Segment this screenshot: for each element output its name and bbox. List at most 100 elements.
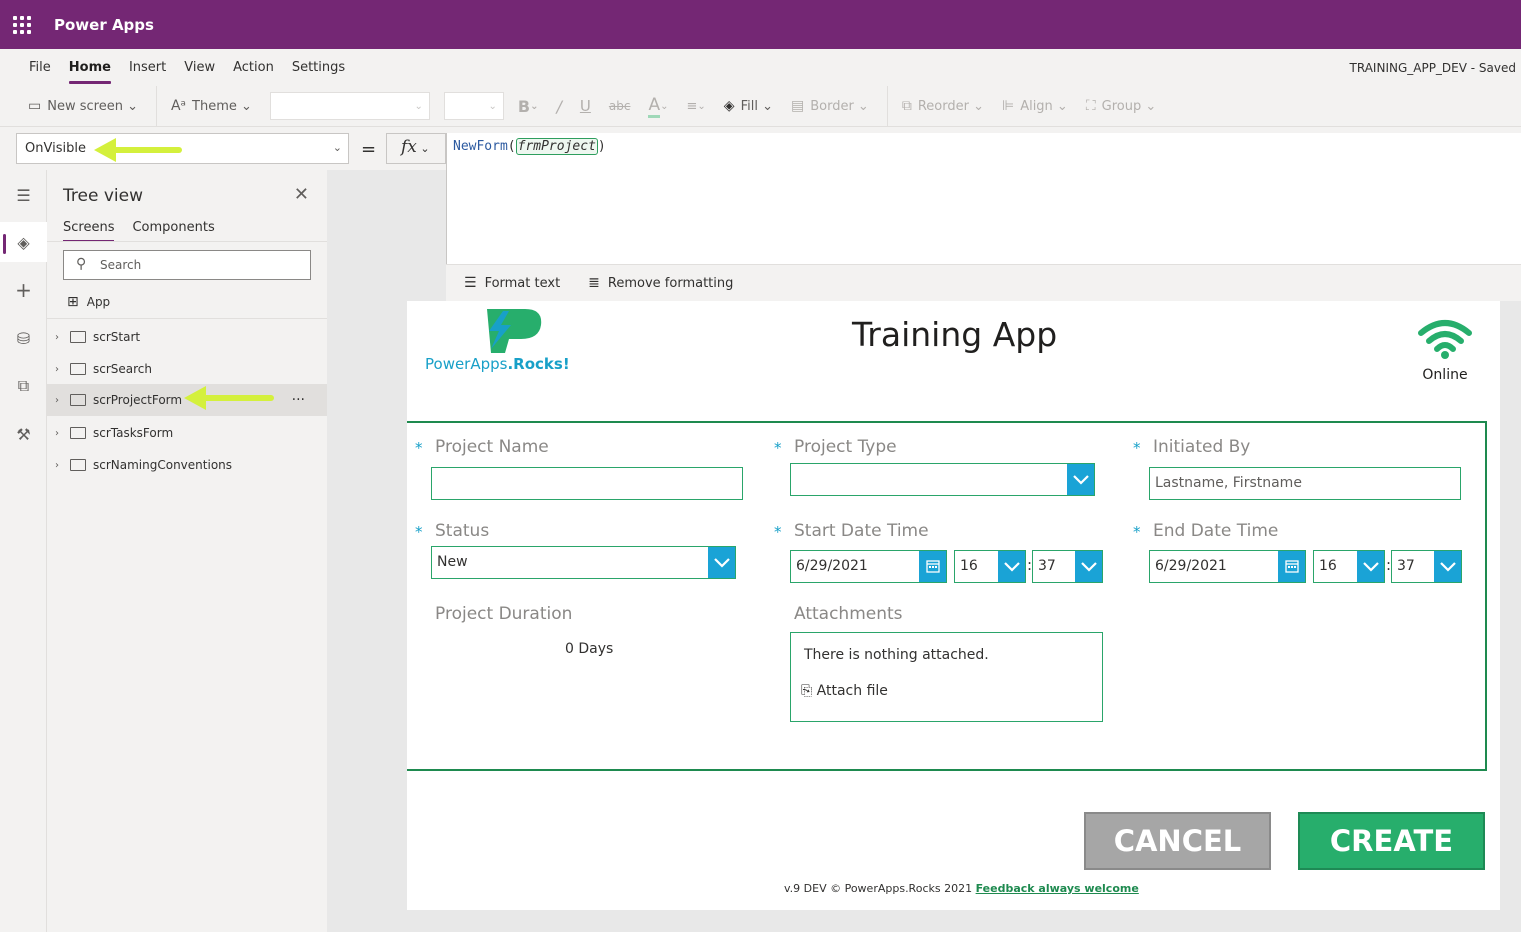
menu-home[interactable]: Home <box>68 56 112 84</box>
tree-item-label: scrStart <box>93 330 141 344</box>
menu-file[interactable]: File <box>29 56 51 79</box>
formula-function: NewForm <box>453 139 508 154</box>
end-date-value: 6/29/2021 <box>1155 558 1227 574</box>
screen-icon <box>70 363 86 375</box>
strikethrough-button[interactable]: abc <box>609 99 631 113</box>
group-button[interactable]: ⛶ Group ⌄ <box>1086 98 1156 114</box>
font-size-select[interactable]: ⌄ <box>443 92 504 120</box>
tree-view-icon[interactable]: ◈ <box>0 222 47 262</box>
font-color-icon: A <box>648 95 661 118</box>
text-align-button[interactable]: ≡ ⌄ <box>686 99 705 114</box>
align-icon: ⊫ <box>1001 98 1015 114</box>
menu-view[interactable]: View <box>184 56 215 79</box>
required-mark: * <box>774 523 782 541</box>
advanced-tools-icon[interactable]: ⚒ <box>0 414 47 454</box>
project-name-label: Project Name <box>435 437 549 457</box>
tab-components[interactable]: Components <box>132 220 214 242</box>
chevron-right-icon[interactable]: › <box>55 460 67 471</box>
theme-button[interactable]: Aᵃ Theme ⌄ <box>171 98 252 114</box>
tree-search-input[interactable]: ⚲ Search <box>63 250 311 280</box>
tree-item-scrNamingConventions[interactable]: › scrNamingConventions <box>47 449 327 481</box>
chevron-down-icon: ⌄ <box>757 98 773 114</box>
logo-text-plain: PowerApps <box>425 355 508 373</box>
feedback-link[interactable]: Feedback always welcome <box>976 882 1139 895</box>
hamburger-icon[interactable]: ☰ <box>0 175 47 215</box>
chevron-down-icon[interactable] <box>1075 551 1102 582</box>
start-date-value: 6/29/2021 <box>796 558 868 574</box>
wifi-icon <box>1418 320 1472 359</box>
theme-label: Theme <box>192 98 237 114</box>
chevron-down-icon: ⌄ <box>332 141 342 154</box>
bold-button[interactable]: B ⌄ <box>518 97 539 116</box>
format-text-button[interactable]: ☰ Format text <box>464 275 560 291</box>
tree-item-app[interactable]: ⊞ App <box>67 294 110 310</box>
font-color-button[interactable]: A ⌄ <box>648 95 668 118</box>
border-label: Border <box>810 98 854 114</box>
create-button[interactable]: CREATE <box>1298 812 1485 870</box>
reorder-icon: ⧉ <box>901 98 912 114</box>
menu-insert[interactable]: Insert <box>129 56 166 79</box>
start-date-picker[interactable]: 6/29/2021 <box>790 550 947 583</box>
data-icon[interactable]: ⛁ <box>0 318 47 358</box>
required-mark: * <box>415 523 423 541</box>
remove-formatting-icon: ≣ <box>588 275 600 291</box>
chevron-down-icon: ⌄ <box>853 98 869 114</box>
calendar-icon[interactable] <box>919 551 946 582</box>
chevron-down-icon[interactable] <box>1067 464 1094 495</box>
italic-button[interactable]: / <box>557 97 562 116</box>
chevron-down-icon[interactable] <box>998 551 1025 582</box>
chevron-right-icon[interactable]: › <box>55 364 67 375</box>
menu-action[interactable]: Action <box>233 56 274 79</box>
align-button[interactable]: ⊫ Align ⌄ <box>1002 98 1068 114</box>
font-family-select[interactable]: ⌄ <box>269 92 430 120</box>
project-type-dropdown[interactable] <box>790 463 1095 496</box>
chevron-down-icon[interactable] <box>708 547 735 578</box>
remove-formatting-button[interactable]: ≣ Remove formatting <box>588 275 733 291</box>
insert-plus-icon[interactable]: + <box>0 270 47 310</box>
required-mark: * <box>1133 523 1141 541</box>
media-icon[interactable]: ⧉ <box>0 366 47 406</box>
chevron-down-icon[interactable] <box>1357 551 1384 582</box>
formula-format-bar: ☰ Format text ≣ Remove formatting <box>446 264 1521 301</box>
start-hour-dropdown[interactable]: 16 <box>954 550 1026 583</box>
chevron-right-icon[interactable]: › <box>55 332 67 343</box>
property-select[interactable]: OnVisible ⌄ <box>16 133 349 164</box>
underline-button[interactable]: U <box>580 97 591 115</box>
powerapps-rocks-logo: PowerApps.Rocks! <box>425 305 595 375</box>
app-launcher-button[interactable] <box>0 0 44 49</box>
fill-button[interactable]: ◈ Fill ⌄ <box>724 98 773 114</box>
fx-button[interactable]: fx ⌄ <box>386 133 446 164</box>
chevron-down-icon: ⌄ <box>697 100 706 112</box>
menu-settings[interactable]: Settings <box>292 56 345 79</box>
search-icon: ⚲ <box>76 256 87 272</box>
start-date-label: Start Date Time <box>794 521 929 541</box>
end-minute-dropdown[interactable]: 37 <box>1391 550 1462 583</box>
tree-item-scrSearch[interactable]: › scrSearch <box>47 353 327 385</box>
italic-icon: / <box>556 96 562 116</box>
end-date-picker[interactable]: 6/29/2021 <box>1149 550 1306 583</box>
end-hour-dropdown[interactable]: 16 <box>1313 550 1385 583</box>
chevron-right-icon[interactable]: › <box>55 428 67 439</box>
app-icon: ⊞ <box>67 294 79 310</box>
border-button[interactable]: ▤ Border ⌄ <box>791 98 869 114</box>
chevron-down-icon[interactable] <box>1434 551 1461 582</box>
close-icon[interactable]: ✕ <box>294 184 309 205</box>
start-minute-dropdown[interactable]: 37 <box>1032 550 1103 583</box>
tree-item-scrStart[interactable]: › scrStart <box>47 321 327 353</box>
chevron-down-icon: ⌄ <box>236 98 252 114</box>
attach-file-link[interactable]: ⎘ Attach file <box>801 683 888 699</box>
tree-item-scrTasksForm[interactable]: › scrTasksForm <box>47 417 327 449</box>
cancel-button[interactable]: CANCEL <box>1084 812 1271 870</box>
status-dropdown[interactable]: New <box>431 546 736 579</box>
calendar-icon[interactable] <box>1278 551 1305 582</box>
new-screen-button[interactable]: ▭ New screen ⌄ <box>28 98 138 114</box>
tab-screens[interactable]: Screens <box>63 220 115 242</box>
chevron-right-icon[interactable]: › <box>55 395 67 406</box>
end-minute-value: 37 <box>1397 558 1415 574</box>
reorder-button[interactable]: ⧉ Reorder ⌄ <box>902 98 984 114</box>
initiated-by-input[interactable]: Lastname, Firstname <box>1149 467 1461 500</box>
more-options-icon[interactable]: ··· <box>292 392 305 408</box>
project-name-input[interactable] <box>431 467 743 500</box>
formula-editor[interactable]: NewForm(frmProject) <box>446 133 1521 264</box>
project-type-label: Project Type <box>794 437 897 457</box>
